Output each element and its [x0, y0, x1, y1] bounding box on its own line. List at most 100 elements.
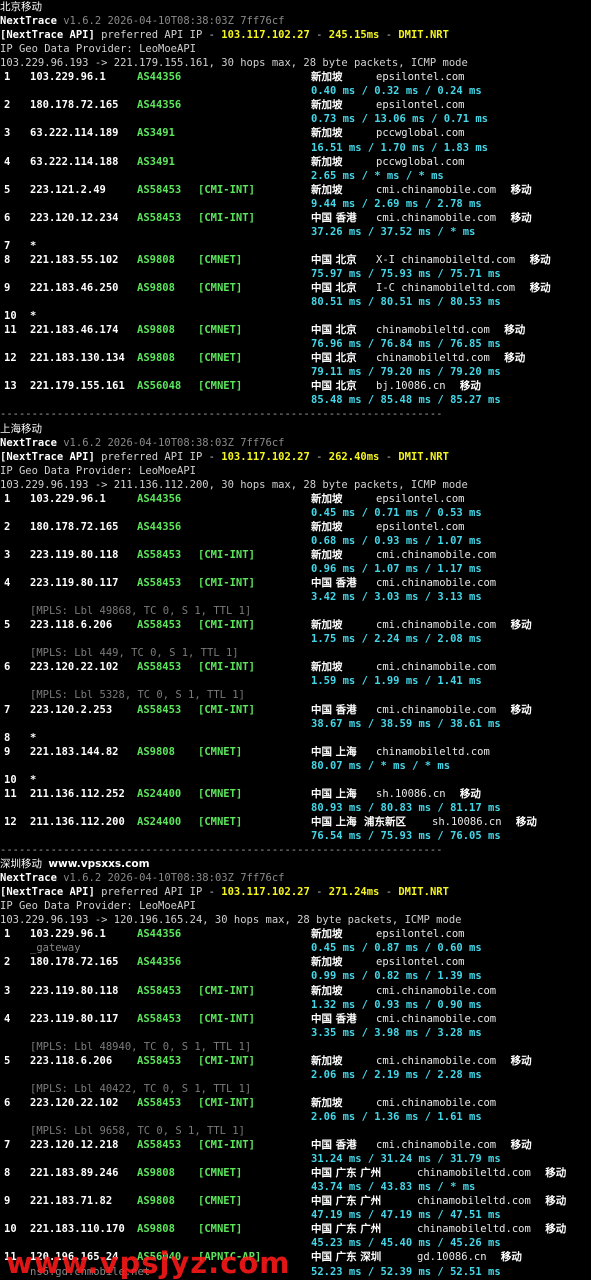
hop-ip: 221.183.46.174 [30, 324, 119, 337]
api-node: DMIT.NRT [398, 450, 449, 463]
hop-timeout: * [30, 239, 37, 252]
section-title-text: 北京移动 [0, 1, 42, 13]
hop-hostname: cmi.chinamobile.com [376, 1139, 497, 1152]
hop-network-tag: [CMI-INT] [198, 577, 255, 590]
hop-hostname: cmi.chinamobile.com [376, 703, 497, 716]
app-name: NextTrace [0, 15, 57, 28]
api-dash: - [385, 886, 393, 899]
hop-isp: 移动 [529, 282, 551, 294]
hop-asn: AS9808 [137, 1223, 175, 1236]
hop-ip: 103.229.96.1 [30, 71, 106, 84]
hop-hostname: epsilontel.com [376, 492, 465, 505]
hop-number: 13 [4, 380, 17, 393]
hop-hostname: epsilontel.com [376, 71, 465, 84]
api-dash: - [385, 29, 393, 42]
hop-network-tag: [CMI-INT] [198, 183, 255, 196]
hop-asn: AS44356 [137, 492, 182, 505]
hop-geo: 新加坡 [311, 619, 343, 632]
api-line: [NextTrace API] preferred API IP - 103.1… [0, 450, 455, 464]
hop-network-tag: [CMI-INT] [198, 661, 255, 674]
hop-network-tag: [CMNET] [198, 1195, 243, 1208]
hop-rtt: 3.35 ms / 3.98 ms / 3.28 ms [311, 1026, 482, 1039]
hop-asn: AS9808 [137, 745, 175, 758]
hop-network-tag: [CMI-INT] [198, 1054, 255, 1067]
geo-provider-line: IP Geo Data Provider: LeoMoeAPI [0, 42, 202, 56]
hop-mpls-label: [MPLS: Lbl 9658, TC 0, S 1, TTL 1] [30, 1125, 245, 1137]
hop-geo: 新加坡 [311, 520, 343, 533]
hop-ip: 63.222.114.189 [30, 127, 119, 140]
api-line: [NextTrace API] preferred API IP - 103.1… [0, 885, 455, 899]
hop-hostname: cmi.chinamobile.com [376, 211, 497, 224]
hop-network-tag: [CMNET] [198, 1167, 243, 1180]
api-latency: 245.15ms [328, 29, 380, 42]
hop-isp: 移动 [510, 1054, 532, 1067]
hop-isp: 移动 [510, 703, 532, 716]
hop-rtt: 80.07 ms / * ms / * ms [311, 759, 451, 772]
hop-network-tag: [CMI-INT] [198, 1012, 255, 1025]
hop-geo: 新加坡 [311, 155, 343, 168]
hop-network-tag: [CMNET] [198, 253, 243, 266]
hop-number: 5 [4, 183, 11, 196]
hop-asn: AS44356 [137, 71, 182, 84]
geo-provider-text: IP Geo Data Provider: LeoMoeAPI [0, 900, 196, 913]
route-text: 103.229.96.193 -> 211.136.112.200, 30 ho… [0, 478, 468, 491]
hop-geo: 新加坡 [311, 548, 343, 561]
hop-rtt: 85.48 ms / 85.48 ms / 85.27 ms [311, 394, 501, 407]
hop-ip: 223.119.80.117 [30, 1012, 119, 1025]
hop-hostname: cmi.chinamobile.com [376, 1096, 497, 1109]
hop-geo: 中国 北京 [311, 352, 357, 365]
hop-hostname: epsilontel.com [376, 99, 465, 112]
hop-hostname: cmi.chinamobile.com [376, 1054, 497, 1067]
hop-asn: AS44356 [137, 928, 182, 941]
hop-network-tag: [CMI-INT] [198, 703, 255, 716]
hop-mpls-label: [MPLS: Lbl 49868, TC 0, S 1, TTL 1] [30, 605, 252, 618]
hop-hostname: epsilontel.com [376, 956, 465, 969]
hop-geo: 中国 北京 [311, 324, 357, 337]
hop-network-tag: [CMI-INT] [198, 211, 255, 224]
hop-hostname: cmi.chinamobile.com [376, 183, 497, 196]
geo-provider-line: IP Geo Data Provider: LeoMoeAPI [0, 464, 202, 478]
hop-geo: 中国 广东 广州 [311, 1223, 382, 1236]
hop-rtt: 80.51 ms / 80.51 ms / 80.53 ms [311, 296, 501, 309]
hop-asn: AS9808 [137, 324, 175, 337]
section-separator: ----------------------------------------… [0, 843, 449, 857]
hop-geo: 中国 北京 [311, 282, 357, 294]
route-line: 103.229.96.193 -> 211.136.112.200, 30 ho… [0, 478, 474, 492]
hop-rtt: 76.96 ms / 76.84 ms / 76.85 ms [311, 338, 501, 351]
api-dash: - [316, 450, 323, 463]
hop-number: 8 [4, 1167, 11, 1180]
hop-hostname: cmi.chinamobile.com [376, 1012, 497, 1025]
version-string: v1.6.2 2026-04-10T08:38:03Z 7ff76cf [63, 872, 285, 885]
hop-mpls-label: [MPLS: Lbl 449, TC 0, S 1, TTL 1] [30, 647, 239, 660]
hop-asn: AS9808 [137, 1195, 175, 1208]
hop-hostname: chinamobileltd.com [376, 745, 490, 758]
hop-number: 4 [4, 577, 11, 590]
terminal-window: 北京移动 NextTrace v1.6.2 2026-04-10T08:38:03… [0, 0, 591, 1280]
api-label: [NextTrace API] [0, 886, 95, 899]
version-line: NextTrace v1.6.2 2026-04-10T08:38:03Z 7f… [0, 14, 291, 28]
hop-number: 5 [4, 1054, 11, 1067]
hop-hostname: chinamobileltd.com [417, 1195, 531, 1208]
hop-hostname: sh.10086.cn [432, 815, 502, 828]
hop-rtt: 0.99 ms / 0.82 ms / 1.39 ms [311, 970, 482, 983]
version-string: v1.6.2 2026-04-10T08:38:03Z 7ff76cf [63, 15, 285, 28]
api-ip: 103.117.102.27 [221, 29, 310, 42]
hop-ip: 223.119.80.117 [30, 577, 119, 590]
hop-network-tag: [CMI-INT] [198, 619, 255, 632]
hop-isp: 移动 [515, 815, 537, 828]
hop-number: 9 [4, 1195, 11, 1208]
hop-geo: 中国 广东 广州 [311, 1167, 382, 1180]
hop-number: 10 [4, 1223, 17, 1236]
hop-rtt: 2.06 ms / 2.19 ms / 2.28 ms [311, 1068, 482, 1081]
hop-ptr-name: _gateway [30, 942, 81, 955]
hop-number: 9 [4, 282, 11, 294]
hop-ip: 221.183.71.82 [30, 1195, 113, 1208]
hop-hostname: epsilontel.com [376, 520, 465, 533]
hop-isp: 移动 [510, 211, 532, 224]
hop-hostname: I-C chinamobileltd.com [376, 282, 516, 294]
api-node: DMIT.NRT [398, 886, 449, 899]
hop-isp: 移动 [504, 324, 526, 337]
api-text: preferred API IP - [101, 450, 215, 463]
hop-rtt: 79.11 ms / 79.20 ms / 79.20 ms [311, 366, 501, 379]
hop-isp: 移动 [510, 619, 532, 632]
